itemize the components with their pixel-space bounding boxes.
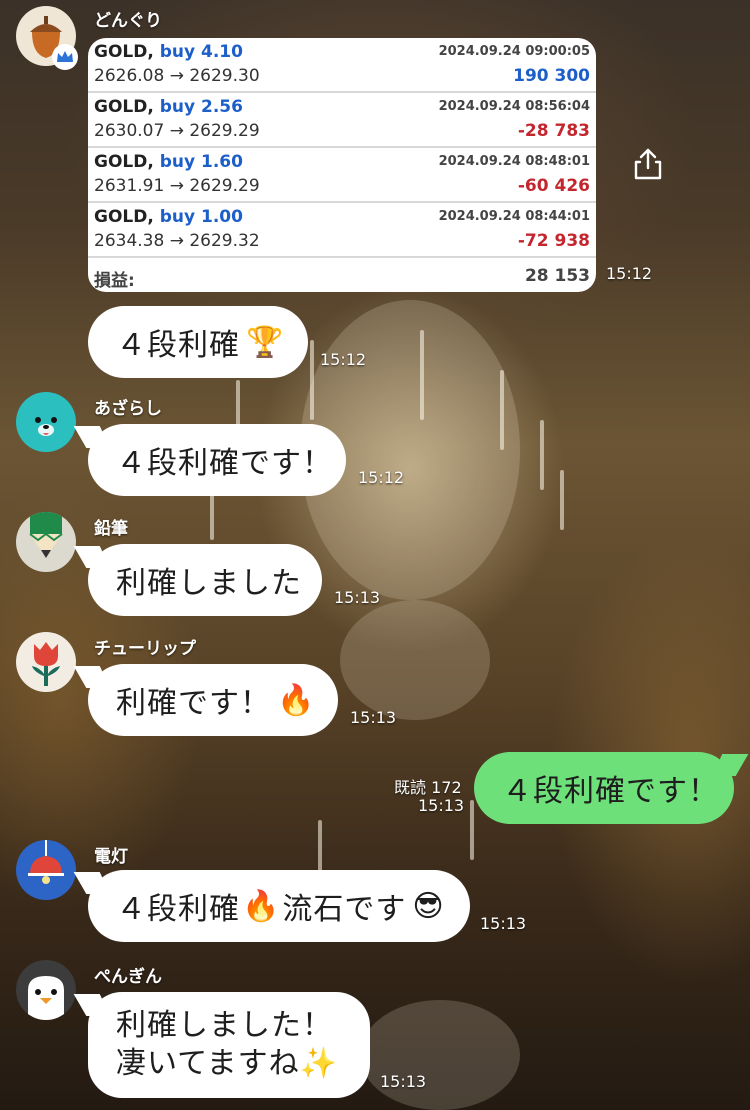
message-bubble[interactable]: ４段利確です！ — [88, 424, 346, 496]
trade-row: GOLD, buy 1.60 2631.91 → 2629.29 2024.09… — [88, 148, 596, 203]
trade-symbol: GOLD, — [94, 152, 154, 172]
sender-name: あざらし — [94, 399, 162, 419]
trade-row: GOLD, buy 1.00 2634.38 → 2629.32 2024.09… — [88, 203, 596, 258]
message-text: 利確です！ — [116, 686, 271, 721]
sender-name: 鉛筆 — [94, 519, 128, 539]
read-receipt: 既読 172 — [394, 778, 462, 797]
message-text: 凄いてますね — [116, 1046, 300, 1081]
trade-datetime: 2024.09.24 08:56:04 — [438, 99, 590, 114]
tulip-icon — [32, 642, 60, 686]
message-bubble[interactable]: ４段利確 🏆 — [88, 306, 308, 378]
trade-prices: 2634.38 → 2629.32 — [94, 231, 260, 251]
trade-total-row: 損益: 28 153 — [88, 260, 596, 292]
message-time: 15:13 — [380, 1072, 427, 1091]
share-button[interactable] — [630, 146, 666, 182]
trade-side: buy 2.56 — [159, 97, 243, 117]
fire-icon: 🔥 — [242, 888, 281, 924]
trade-side: buy 1.00 — [159, 207, 243, 227]
share-icon — [634, 148, 662, 180]
message-bubble[interactable]: 利確しました！ 凄いてますね✨ — [88, 992, 370, 1098]
trade-symbol: GOLD, — [94, 97, 154, 117]
trade-symbol: GOLD, — [94, 42, 154, 62]
trade-profit: -28 783 — [517, 121, 590, 141]
message-text-line: 凄いてますね✨ — [116, 1045, 338, 1083]
penguin-icon — [28, 976, 64, 1020]
trade-profit: -60 426 — [517, 176, 590, 196]
avatar[interactable] — [16, 392, 76, 452]
message-time: 15:12 — [606, 264, 653, 283]
message-bubble[interactable]: 利確です！ 🔥 — [88, 664, 338, 736]
trophy-icon: 🏆 — [246, 324, 285, 360]
trade-card[interactable]: GOLD, buy 4.10 2626.08 → 2629.30 2024.09… — [88, 38, 596, 292]
avatar[interactable] — [16, 960, 76, 1020]
seal-icon — [35, 417, 57, 436]
message-time: 15:13 — [418, 796, 465, 815]
sender-name: 電灯 — [94, 847, 128, 867]
sender-name: ぺんぎん — [94, 967, 162, 987]
message-time: 15:13 — [350, 708, 397, 727]
trade-prices: 2626.08 → 2629.30 — [94, 66, 260, 86]
fire-icon: 🔥 — [277, 682, 316, 718]
avatar[interactable] — [16, 512, 76, 572]
cool-face-icon: 😎 — [412, 888, 445, 924]
crown-badge-icon — [52, 44, 78, 70]
message-text: 流石です — [282, 892, 407, 927]
message-time: 15:12 — [358, 468, 405, 487]
message-time: 15:12 — [320, 350, 367, 369]
trade-datetime: 2024.09.24 08:48:01 — [438, 154, 590, 169]
trade-row: GOLD, buy 2.56 2630.07 → 2629.29 2024.09… — [88, 93, 596, 148]
sender-name: どんぐり — [94, 11, 162, 31]
sender-name: チューリップ — [94, 639, 196, 659]
trade-side: buy 1.60 — [159, 152, 243, 172]
message-text: ４段利確 — [116, 328, 240, 363]
trade-side: buy 4.10 — [159, 42, 243, 62]
own-message-bubble[interactable]: ４段利確です！ — [474, 752, 734, 824]
trade-profit: 190 300 — [513, 66, 590, 86]
trade-row: GOLD, buy 4.10 2626.08 → 2629.30 2024.09… — [88, 38, 596, 93]
sparkles-icon: ✨ — [299, 1046, 338, 1081]
message-time: 15:13 — [334, 588, 381, 607]
message-time: 15:13 — [480, 914, 527, 933]
message-bubble[interactable]: 利確しました — [88, 544, 322, 616]
avatar[interactable] — [16, 840, 76, 900]
lamp-icon — [28, 840, 64, 884]
message-bubble[interactable]: ４段利確 🔥 流石です 😎 — [88, 870, 470, 942]
message-text: ４段利確 — [116, 892, 240, 927]
avatar[interactable] — [16, 632, 76, 692]
message-text: ４段利確です！ — [116, 446, 333, 481]
trade-symbol: GOLD, — [94, 207, 154, 227]
trade-profit: -72 938 — [517, 231, 590, 251]
trade-datetime: 2024.09.24 08:44:01 — [438, 209, 590, 224]
message-text: 利確しました！ — [116, 1008, 333, 1043]
pencil-icon — [29, 512, 63, 558]
trade-prices: 2630.07 → 2629.29 — [94, 121, 260, 141]
trade-total-label: 損益: — [94, 271, 135, 291]
trade-prices: 2631.91 → 2629.29 — [94, 176, 260, 196]
trade-total-value: 28 153 — [524, 266, 590, 286]
message-text: 利確しました — [116, 566, 302, 601]
message-text: ４段利確です！ — [502, 774, 719, 809]
trade-datetime: 2024.09.24 09:00:05 — [438, 44, 590, 59]
